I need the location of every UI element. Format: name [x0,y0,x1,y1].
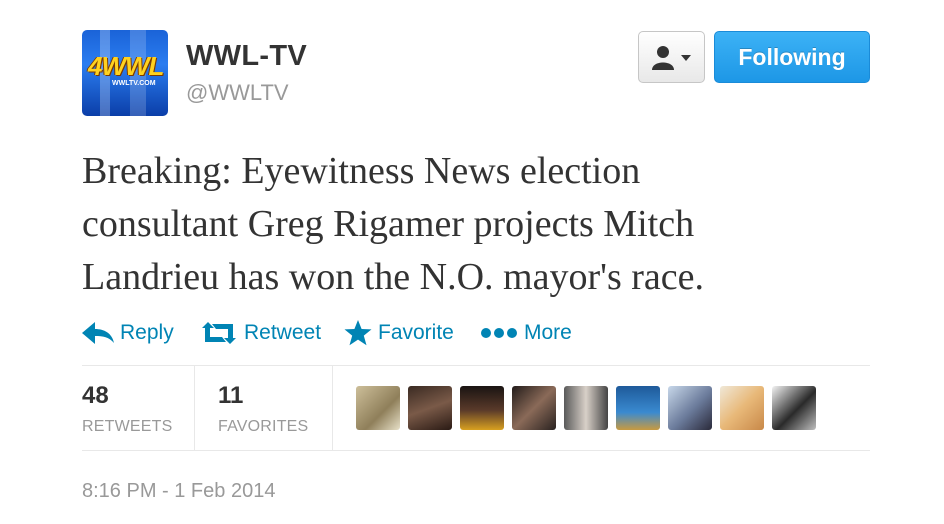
favoriter-avatar[interactable] [772,386,816,430]
reply-label: Reply [120,321,174,344]
favoriter-avatar[interactable] [356,386,400,430]
retweets-label: RETWEETS [82,418,173,435]
more-button[interactable]: More [480,316,572,350]
favoriter-avatar[interactable] [564,386,608,430]
retweet-icon [202,322,236,344]
stats-separator [332,366,333,450]
retweets-stat[interactable]: 48 RETWEETS [82,382,173,436]
favorites-stat[interactable]: 11 FAVORITES [218,382,308,436]
stats-top-divider [82,365,870,366]
user-actions-dropdown-button[interactable] [638,31,705,83]
tweet-line: Landrieu has won the N.O. mayor's race. [82,256,705,298]
tweet-line: Breaking: Eyewitness News election [82,150,641,192]
favoriter-avatar[interactable] [720,386,764,430]
tweet-text: Breaking: Eyewitness News election consu… [82,145,882,304]
favorites-count: 11 [218,382,244,409]
reply-icon [82,322,114,344]
retweet-label: Retweet [244,321,322,344]
account-handle[interactable]: @WWLTV [186,80,289,106]
stats-separator [194,366,195,450]
following-button[interactable]: Following [714,31,870,83]
retweets-count: 48 [82,382,109,409]
favoriter-avatar[interactable] [668,386,712,430]
avatar-logo: 4WWL [88,51,164,81]
stats-bottom-divider [82,450,870,451]
favoriter-avatar[interactable] [616,386,660,430]
tweet-timestamp[interactable]: 8:16 PM - 1 Feb 2014 [82,480,275,503]
favoriter-avatar[interactable] [512,386,556,430]
favoriter-avatar[interactable] [460,386,504,430]
favorite-label: Favorite [378,321,454,344]
tweet-line: consultant Greg Rigamer projects Mitch [82,203,695,245]
star-icon [344,320,372,346]
avatar-logo-sub: WWLTV.COM [112,80,156,87]
favorites-label: FAVORITES [218,418,309,435]
more-label: More [524,321,572,344]
reply-button[interactable]: Reply [82,316,174,350]
more-dots-icon [481,328,517,338]
account-avatar[interactable]: 4WWL WWLTV.COM [82,30,168,116]
favoriter-avatar[interactable] [408,386,452,430]
account-name[interactable]: WWL-TV [186,40,307,73]
retweet-button[interactable]: Retweet [200,316,321,350]
favorite-button[interactable]: Favorite [344,316,454,350]
user-dropdown-icon [652,46,691,70]
